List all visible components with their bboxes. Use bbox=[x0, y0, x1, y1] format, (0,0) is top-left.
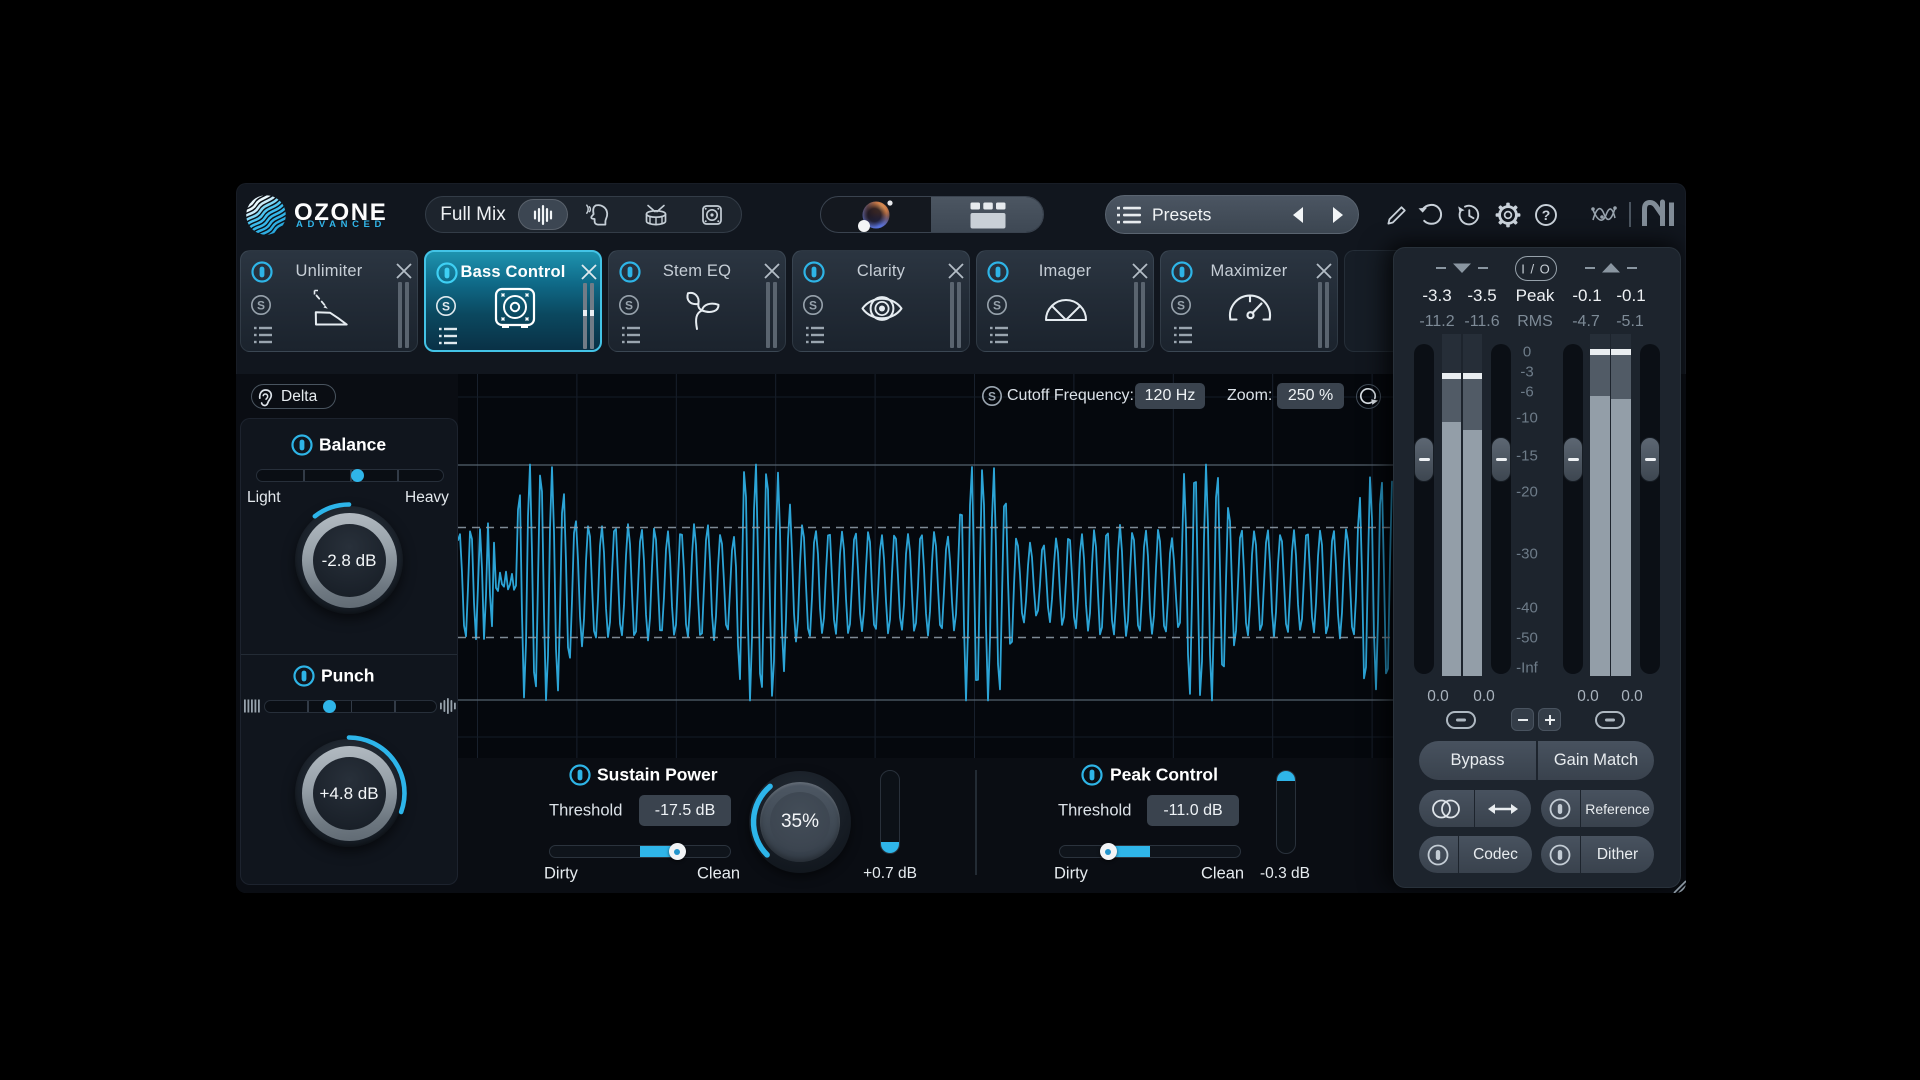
svg-text:?: ? bbox=[1542, 207, 1551, 223]
svg-text:S: S bbox=[988, 389, 996, 403]
svg-text:S: S bbox=[625, 298, 633, 312]
svg-text:S: S bbox=[993, 298, 1001, 312]
svg-text:S: S bbox=[257, 298, 265, 312]
svg-text:S: S bbox=[1177, 298, 1185, 312]
svg-text:S: S bbox=[442, 299, 450, 313]
svg-text:S: S bbox=[809, 298, 817, 312]
